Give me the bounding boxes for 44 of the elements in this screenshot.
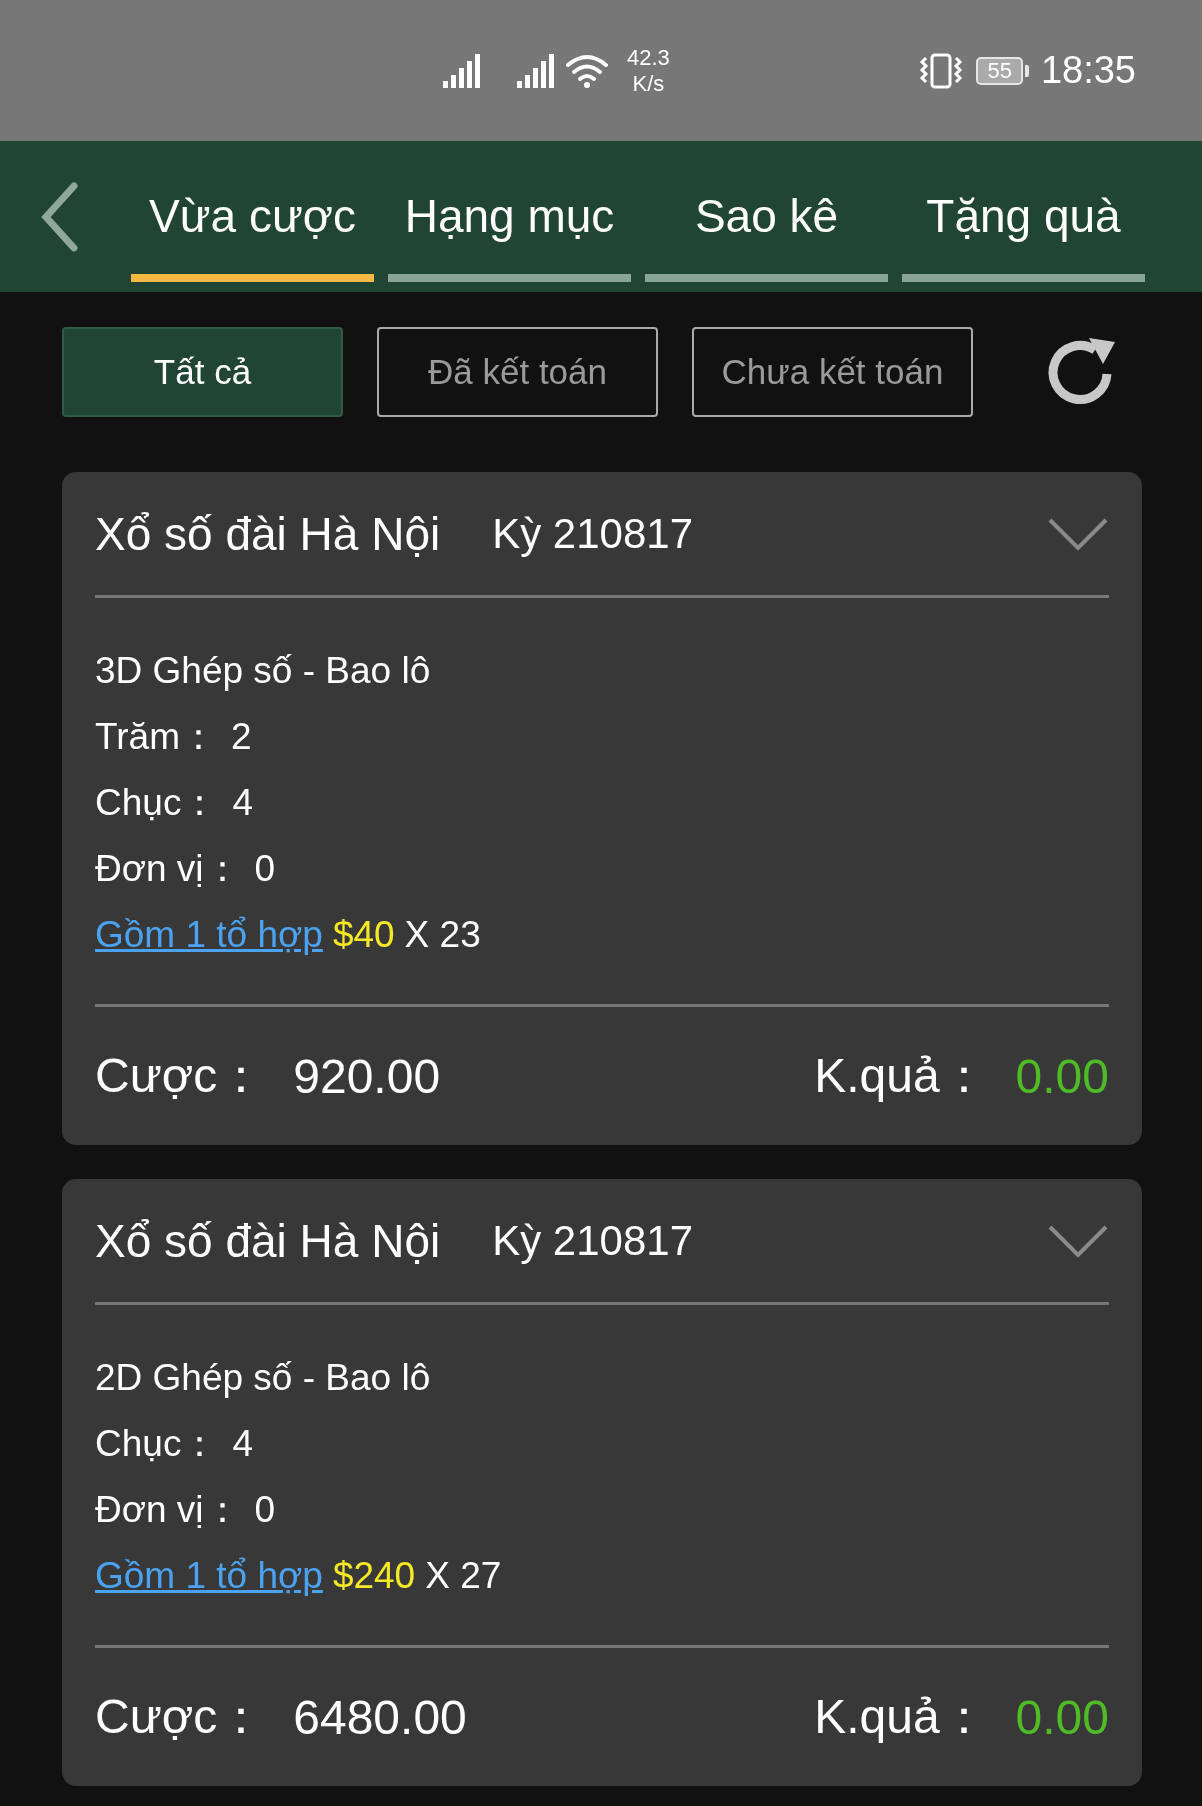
field-label: Chục： [95, 1422, 219, 1466]
field-value: 4 [232, 1423, 253, 1465]
stake-label: Cược： [95, 1689, 266, 1745]
multiplier: X 23 [404, 914, 481, 956]
filter-button[interactable]: Chưa kết toán [692, 327, 973, 417]
tab[interactable]: Sao kê [645, 141, 888, 292]
field-value: 4 [232, 782, 253, 824]
field-label: Đơn vị： [95, 1488, 241, 1532]
unit-amount: $40 [332, 914, 395, 956]
speed-value: 42.3 [627, 44, 670, 71]
vibrate-icon [918, 51, 965, 90]
draw-period: Kỳ 210817 [492, 509, 694, 558]
field-label: Đơn vị： [95, 847, 241, 891]
result-label: K.quả： [814, 1048, 988, 1104]
field-label: Chục： [95, 781, 219, 825]
combination-link[interactable]: Gồm 1 tổ hợp [95, 914, 323, 956]
field-value: 2 [230, 716, 252, 758]
wifi-icon [565, 52, 609, 89]
field-value: 0 [254, 1489, 276, 1531]
result-label: K.quả： [814, 1689, 988, 1745]
multiplier: X 27 [425, 1555, 502, 1597]
bet-type: 2D Ghép số - Bao lô [95, 1357, 431, 1399]
combination-link[interactable]: Gồm 1 tổ hợp [95, 1555, 323, 1597]
stake-amount: 6480.00 [293, 1689, 467, 1745]
bet-type: 3D Ghép số - Bao lô [95, 650, 431, 692]
lottery-name: Xổ số đài Hà Nội [95, 1213, 441, 1268]
field-label: Trăm： [95, 715, 217, 759]
clock-time: 18:35 [1040, 49, 1136, 92]
tab[interactable]: Vừa cược [131, 141, 374, 292]
stake-label: Cược： [95, 1048, 266, 1104]
result-amount: 0.00 [1015, 1689, 1109, 1745]
stake-amount: 920.00 [293, 1048, 441, 1104]
field-value: 0 [254, 848, 276, 890]
draw-period: Kỳ 210817 [492, 1216, 694, 1265]
speed-unit: K/s [632, 70, 665, 97]
signal-icon [443, 52, 481, 89]
lottery-name: Xổ số đài Hà Nội [95, 506, 441, 561]
signal-icon [517, 52, 555, 89]
filter-button[interactable]: Tất cả [62, 327, 343, 417]
tab[interactable]: Hạng mục [388, 141, 631, 292]
filter-button[interactable]: Đã kết toán [377, 327, 658, 417]
result-amount: 0.00 [1015, 1048, 1109, 1104]
tab[interactable]: Tặng quà [902, 141, 1145, 292]
unit-amount: $240 [332, 1555, 416, 1597]
